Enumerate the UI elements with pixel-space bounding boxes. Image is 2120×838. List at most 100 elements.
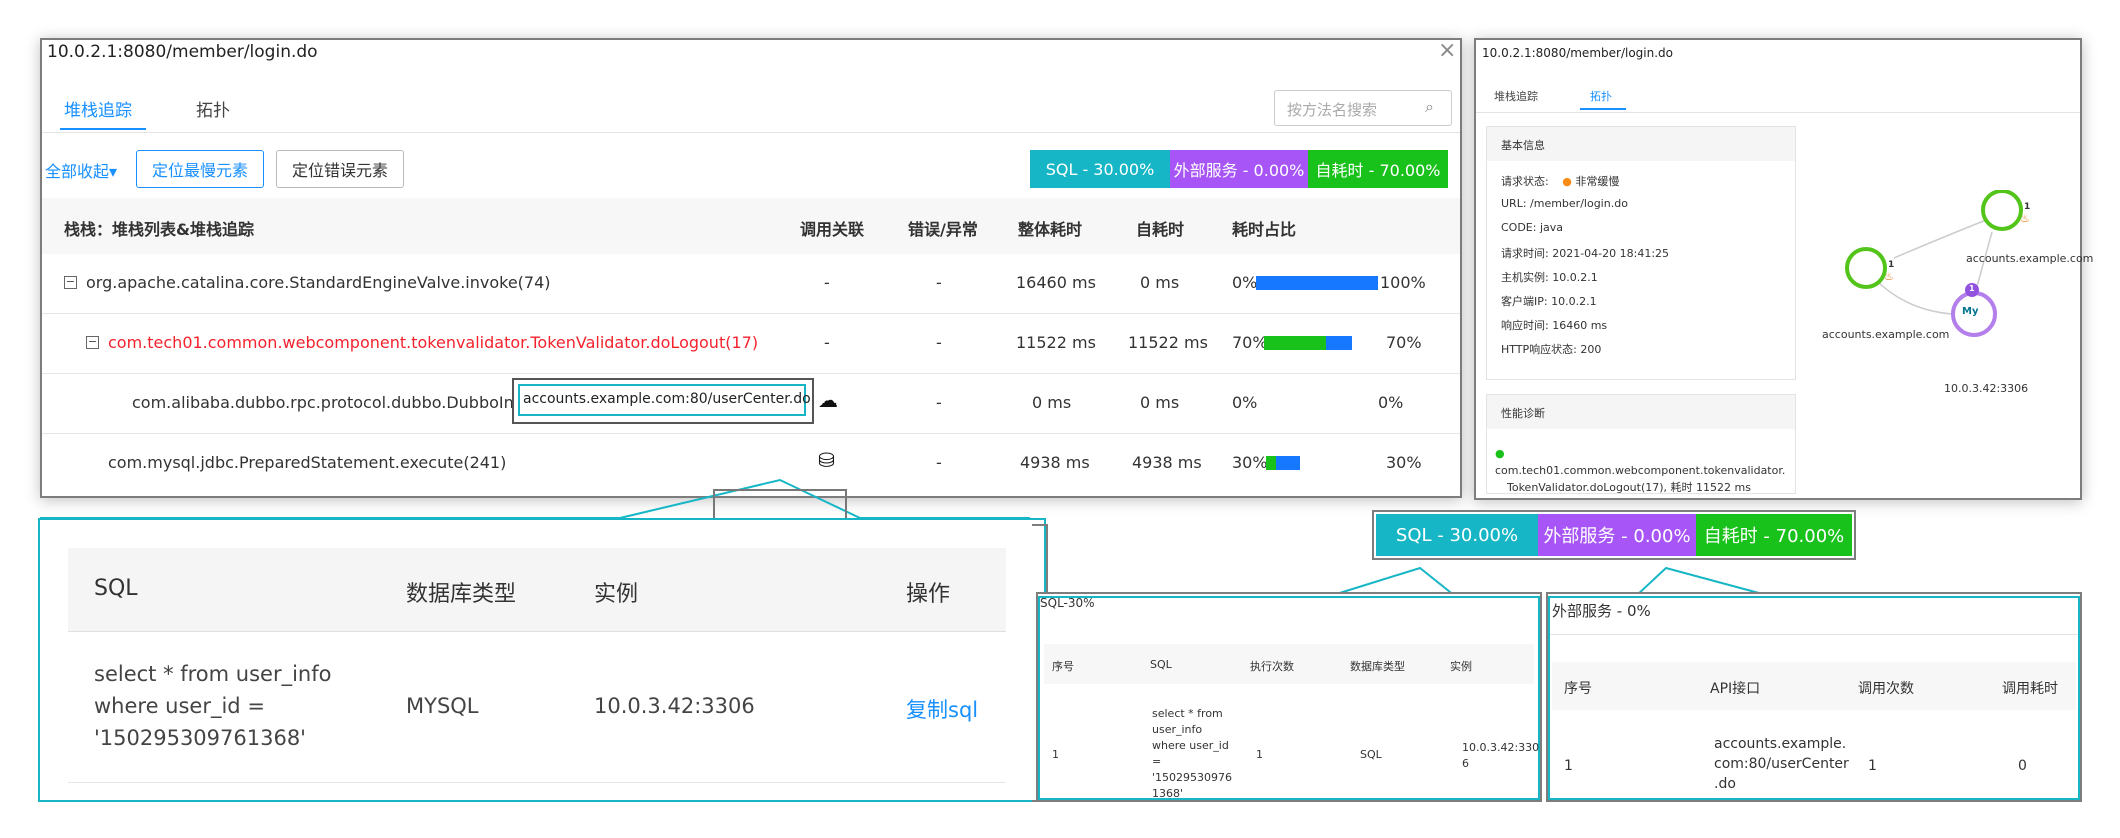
field-client-ip: 客户端IP: 10.0.2.1	[1501, 293, 1597, 309]
header-time: 调用耗时	[2002, 681, 2058, 697]
sql-statement: select * from user_info where user_id = …	[94, 658, 331, 754]
row-count: 1	[1868, 758, 1877, 774]
db-node-label[interactable]: 10.0.3.42:3306	[1944, 382, 2028, 395]
field-value: /member/login.do	[1530, 197, 1628, 210]
sql-line: user_info	[1152, 723, 1203, 736]
row-time: 0	[2018, 758, 2027, 774]
api-line: .do	[1714, 776, 1736, 792]
popup-row-divider	[68, 782, 1006, 783]
row-no: 1	[1564, 758, 1573, 774]
sql-detail-popup: SQL 数据库类型 实例 操作 select * from user_info …	[38, 518, 1046, 802]
instance-value: 10.0.3.42:3306	[594, 694, 755, 718]
external-header-bar	[1552, 662, 2076, 710]
title-divider	[1550, 634, 2078, 635]
service-node-a	[1981, 190, 2023, 231]
field-response-time: 响应时间: 16460 ms	[1501, 317, 1607, 333]
api-line: com:80/userCenter	[1714, 756, 1849, 772]
field-label: URL:	[1501, 197, 1527, 210]
topology-graph	[1845, 190, 2023, 337]
field-label: HTTP响应状态:	[1501, 343, 1577, 356]
header-instance: 实例	[1450, 660, 1472, 673]
node-b-count: 1	[1888, 260, 1895, 270]
field-label: 请求时间:	[1501, 247, 1549, 260]
field-label: 主机实例:	[1501, 271, 1549, 284]
db-type-value: MYSQL	[406, 694, 479, 718]
header-count: 调用次数	[1858, 681, 1914, 697]
ok-dot-icon: ●	[1495, 447, 1505, 460]
perf-diagnosis-card: 性能诊断 ● com.tech01.common.webcomponent.to…	[1486, 394, 1796, 494]
field-value: 16460 ms	[1552, 319, 1608, 332]
java-icon: ♨	[2020, 212, 2030, 225]
sql-line: where user_id	[1152, 739, 1229, 752]
self-ratio-badge: 自耗时 - 70.00%	[1696, 514, 1852, 556]
instance-line: 6	[1462, 757, 1469, 770]
edge-b-to-db	[1875, 279, 1953, 315]
sql-line: '15029530976	[1152, 771, 1233, 784]
row-db: SQL	[1360, 748, 1382, 761]
java-icon: ♨	[1884, 270, 1894, 283]
sql-line: =	[1152, 755, 1162, 768]
row-api: accounts.example. com:80/userCenter .do	[1714, 734, 1849, 794]
perf-diagnosis-title: 性能诊断	[1487, 395, 1795, 429]
header-sql: SQL	[1150, 658, 1172, 671]
instance-header: 实例	[594, 582, 639, 607]
active-tab-underline	[1580, 108, 1626, 110]
field-request-time: 请求时间: 2021-04-20 18:41:25	[1501, 245, 1669, 261]
service-node-b	[1845, 247, 1887, 289]
perf-diagnosis-text: ● com.tech01.common.webcomponent.tokenva…	[1495, 445, 1795, 496]
field-value: java	[1539, 221, 1564, 234]
sql-summary-title: SQL-30%	[1040, 596, 1095, 610]
field-label: 请求状态:	[1501, 175, 1549, 188]
node-a-count: 1	[2024, 202, 2031, 212]
header-api: API接口	[1710, 681, 1761, 697]
field-request-status: 请求状态: ● 非常缓慢	[1501, 173, 1619, 189]
sql-header: SQL	[94, 576, 138, 601]
api-line: accounts.example.	[1714, 736, 1847, 752]
header-db: 数据库类型	[1350, 660, 1405, 673]
sql-summary-panel: SQL-30% 序号 SQL 执行次数 数据库类型 实例 1 select * …	[1036, 592, 1542, 802]
external-service-panel: 外部服务 - 0% 序号 API接口 调用次数 调用耗时 1 accounts.…	[1546, 592, 2082, 802]
sql-callout-line	[40, 478, 1030, 519]
perf-line: TokenValidator.doLogout(17), 耗时 11522 ms	[1507, 481, 1751, 494]
status-dot-icon: ●	[1562, 175, 1572, 188]
field-value: 非常缓慢	[1575, 175, 1620, 188]
field-label: CODE:	[1501, 221, 1537, 234]
sql-line: select * from user_info	[94, 662, 332, 686]
copy-sql-link[interactable]: 复制sql	[906, 694, 978, 724]
node-a-label[interactable]: accounts.example.com	[1966, 252, 2093, 265]
operation-header: 操作	[906, 582, 951, 607]
sql-line: 1368'	[1152, 787, 1184, 800]
sql-ratio-badge: SQL - 30.00%	[1376, 514, 1538, 556]
field-url: URL: /member/login.do	[1501, 197, 1628, 210]
field-http-status: HTTP响应状态: 200	[1501, 341, 1601, 357]
popup-header-bar	[68, 548, 1006, 632]
tab-topology[interactable]: 拓扑	[1590, 88, 1612, 104]
instance-line: 10.0.3.42:330	[1462, 741, 1540, 754]
row-no: 1	[1052, 748, 1059, 761]
row-count: 1	[1256, 748, 1263, 761]
ratio-badges-zoom: SQL - 30.00% 外部服务 - 0.00% 自耗时 - 70.00%	[1372, 510, 1856, 560]
field-value: 200	[1580, 343, 1602, 356]
tab-stack-trace[interactable]: 堆栈追踪	[1494, 88, 1538, 104]
perf-line: com.tech01.common.webcomponent.tokenvali…	[1495, 464, 1786, 477]
topology-url: 10.0.2.1:8080/member/login.do	[1482, 46, 1673, 60]
tabs-divider	[1476, 112, 2080, 113]
db-node-count: 1	[1969, 284, 1975, 293]
field-value: 10.0.2.1	[1551, 295, 1597, 308]
row-sql: select * from user_info where user_id = …	[1152, 706, 1232, 802]
sql-line: select * from	[1152, 707, 1223, 720]
node-b-label[interactable]: accounts.example.com	[1822, 328, 1949, 341]
db-type-header: 数据库类型	[406, 582, 517, 607]
row-instance: 10.0.3.42:330 6	[1462, 740, 1539, 772]
sql-line: where user_id =	[94, 694, 265, 718]
header-no: 序号	[1052, 660, 1074, 673]
external-service-title: 外部服务 - 0%	[1552, 602, 1651, 620]
field-code: CODE: java	[1501, 221, 1563, 234]
topology-panel: 10.0.2.1:8080/member/login.do 堆栈追踪 拓扑 基本…	[1474, 38, 2093, 500]
field-label: 客户端IP:	[1501, 295, 1548, 308]
field-value: 10.0.2.1	[1552, 271, 1598, 284]
mysql-icon: My	[1962, 306, 1979, 317]
sql-line: '150295309761368'	[94, 726, 306, 750]
field-label: 响应时间:	[1501, 319, 1549, 332]
header-no: 序号	[1564, 681, 1592, 697]
